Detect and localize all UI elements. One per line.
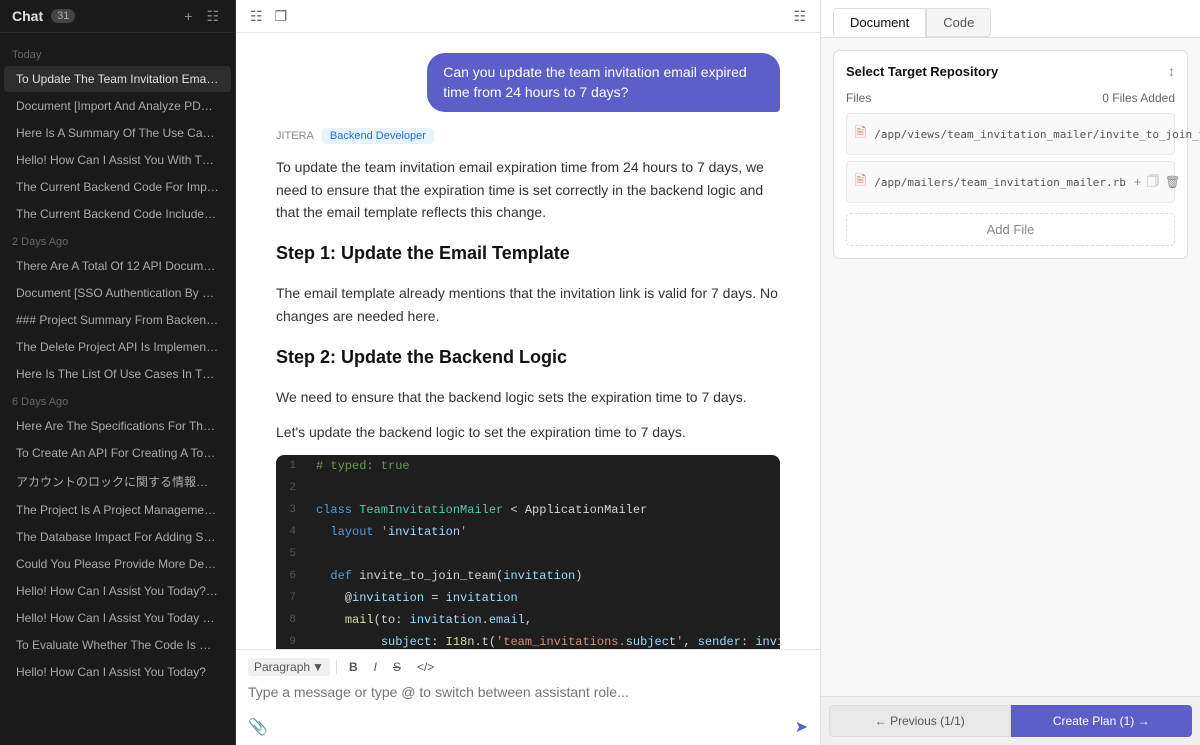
file-copy-button[interactable]: 🗍	[1147, 172, 1159, 193]
add-file-button[interactable]: Add File	[846, 213, 1175, 246]
assistant-message: JITERA Backend Developer To update the t…	[276, 128, 780, 649]
code-line: 5	[276, 543, 780, 565]
new-chat-button[interactable]: +	[180, 6, 196, 27]
section-label: Today	[0, 41, 235, 65]
sidebar: Chat 31 + ☷ TodayTo Update The Team Invi…	[0, 0, 236, 745]
code-line: 3class TeamInvitationMailer < Applicatio…	[276, 499, 780, 521]
role-badge: Backend Developer	[322, 128, 434, 144]
step1-heading: Step 1: Update the Email Template	[276, 243, 780, 264]
chat-list-item[interactable]: Document [Import And Analyze PDF]...	[4, 93, 231, 119]
create-plan-button[interactable]: Create Plan (1) →	[1011, 705, 1193, 737]
chat-list-item[interactable]: Hello! How Can I Assist You With The Pro…	[4, 147, 231, 173]
code-line: 4 layout 'invitation'	[276, 521, 780, 543]
repo-section-header: Select Target Repository ↕	[846, 63, 1175, 79]
chat-list-item[interactable]: アカウントのロックに関する情報は・...	[4, 467, 231, 496]
chat-list-item[interactable]: To Evaluate Whether The Code Is Good, We…	[4, 632, 231, 658]
file-item: 🖹 /app/mailers/team_invitation_mailer.rb…	[846, 161, 1175, 203]
chat-list-item[interactable]: To Create An API For Creating A Todo, We…	[4, 440, 231, 466]
tab-document[interactable]: Document	[833, 8, 926, 37]
repo-section-title: Select Target Repository	[846, 64, 998, 79]
assistant-label-row: JITERA Backend Developer	[276, 128, 780, 144]
message-input[interactable]	[248, 680, 808, 708]
chat-list-item[interactable]: Here Is The List Of Use Cases In The Cur…	[4, 361, 231, 387]
intro-text: To update the team invitation email expi…	[276, 156, 780, 223]
chat-list-item[interactable]: Here Are The Specifications For The SSO …	[4, 413, 231, 439]
files-header: Files 0 Files Added	[846, 91, 1175, 105]
section-label: 6 Days Ago	[0, 388, 235, 412]
chat-count-badge: 31	[51, 9, 75, 23]
right-panel: Document Code Select Target Repository ↕…	[820, 0, 1200, 745]
files-count: 0 Files Added	[1102, 91, 1175, 105]
sidebar-content: TodayTo Update The Team Invitation Email…	[0, 33, 235, 745]
chat-list-item[interactable]: Here Is A Summary Of The Use Case Relate…	[4, 120, 231, 146]
file-add-button[interactable]: +	[1134, 172, 1141, 193]
bold-button[interactable]: B	[343, 658, 364, 676]
file-icon: 🖹	[855, 122, 866, 146]
step1-text: The email template already mentions that…	[276, 282, 780, 327]
repo-expand-icon[interactable]: ↕	[1168, 63, 1175, 79]
chat-list-item[interactable]: Hello! How Can I Assist You Today?	[4, 659, 231, 685]
code-line: 9 subject: I18n.t('team_invitations.subj…	[276, 631, 780, 649]
file-item: 🖹 /app/views/team_invitation_mailer/invi…	[846, 113, 1175, 155]
step2-text2: Let's update the backend logic to set th…	[276, 421, 780, 443]
chat-input-area: Paragraph ▼ B I S </> 📎 ➤	[236, 649, 820, 745]
paragraph-button[interactable]: Paragraph ▼	[248, 658, 330, 676]
file-icon: 🖹	[855, 170, 866, 194]
chat-list-item[interactable]: Hello! How Can I Assist You Today With Y…	[4, 605, 231, 631]
previous-button[interactable]: ← Previous (1/1)	[829, 705, 1011, 737]
panel-tabs: Document Code	[821, 0, 1200, 38]
repo-section: Select Target Repository ↕ Files 0 Files…	[833, 50, 1188, 259]
expand-button[interactable]: ❐	[273, 6, 290, 27]
file-path: /app/mailers/team_invitation_mailer.rb	[874, 176, 1126, 189]
code-line: 7 @invitation = invitation	[276, 587, 780, 609]
user-message-container: Can you update the team invitation email…	[276, 53, 780, 112]
attach-button[interactable]: 📎	[248, 717, 268, 737]
file-list: 🖹 /app/views/team_invitation_mailer/invi…	[846, 113, 1175, 203]
jitera-label: JITERA	[276, 130, 314, 142]
italic-button[interactable]: I	[368, 658, 383, 676]
main-chat-area: ☷ ❐ ☷ Can you update the team invitation…	[236, 0, 820, 745]
files-label: Files	[846, 91, 871, 105]
code-line: 1# typed: true	[276, 455, 780, 477]
file-path: /app/views/team_invitation_mailer/invite…	[874, 128, 1200, 141]
sidebar-title: Chat	[12, 8, 43, 24]
chat-toolbar: ☷ ❐ ☷	[236, 0, 820, 33]
input-footer: 📎 ➤	[248, 717, 808, 737]
sidebar-header: Chat 31 + ☷	[0, 0, 235, 33]
tab-code[interactable]: Code	[926, 8, 991, 37]
chat-list-item[interactable]: Document [SSO Authentication By Google A…	[4, 280, 231, 306]
chat-list-item[interactable]: ### Project Summary From Backend Perspec…	[4, 307, 231, 333]
code-button[interactable]: </>	[411, 658, 440, 676]
chat-list-item[interactable]: There Are A Total Of 12 API Documents In…	[4, 253, 231, 279]
step2-text1: We need to ensure that the backend logic…	[276, 386, 780, 408]
panel-content: Select Target Repository ↕ Files 0 Files…	[821, 38, 1200, 696]
sidebar-actions: + ☷	[180, 6, 223, 27]
code-line: 6 def invite_to_join_team(invitation)	[276, 565, 780, 587]
toolbar-divider	[336, 660, 337, 674]
sidebar-layout-button[interactable]: ☷	[202, 6, 223, 27]
user-message: Can you update the team invitation email…	[427, 53, 780, 112]
section-label: 2 Days Ago	[0, 228, 235, 252]
chat-list-item[interactable]: The Current Backend Code Includes A...	[4, 201, 231, 227]
sidebar-toggle-button[interactable]: ☷	[248, 6, 265, 27]
code-block-1: 1# typed: true23class TeamInvitationMail…	[276, 455, 780, 649]
bottom-buttons: ← Previous (1/1) Create Plan (1) →	[821, 696, 1200, 745]
chat-list-item[interactable]: Could You Please Provide More Details Ab…	[4, 551, 231, 577]
send-button[interactable]: ➤	[795, 717, 808, 737]
chat-list-item[interactable]: The Project Is A Project Management Plat…	[4, 497, 231, 523]
input-toolbar: Paragraph ▼ B I S </>	[248, 658, 808, 676]
chat-list-item[interactable]: To Update The Team Invitation Email Expi…	[4, 66, 231, 92]
settings-button[interactable]: ☷	[791, 6, 808, 27]
step2-heading: Step 2: Update the Backend Logic	[276, 347, 780, 368]
file-delete-button[interactable]: 🗑	[1165, 172, 1180, 193]
chat-list-item[interactable]: The Delete Project API Is Implemented Us…	[4, 334, 231, 360]
strikethrough-button[interactable]: S	[387, 658, 407, 676]
chat-list-item[interactable]: The Current Backend Code For Importing A…	[4, 174, 231, 200]
code-line: 2	[276, 477, 780, 499]
code-line: 8 mail(to: invitation.email,	[276, 609, 780, 631]
file-actions: + 🗍 🗑	[1134, 172, 1180, 193]
chat-list-item[interactable]: The Database Impact For Adding Support F…	[4, 524, 231, 550]
chat-messages: Can you update the team invitation email…	[236, 33, 820, 649]
chat-list-item[interactable]: Hello! How Can I Assist You Today? Are Y…	[4, 578, 231, 604]
